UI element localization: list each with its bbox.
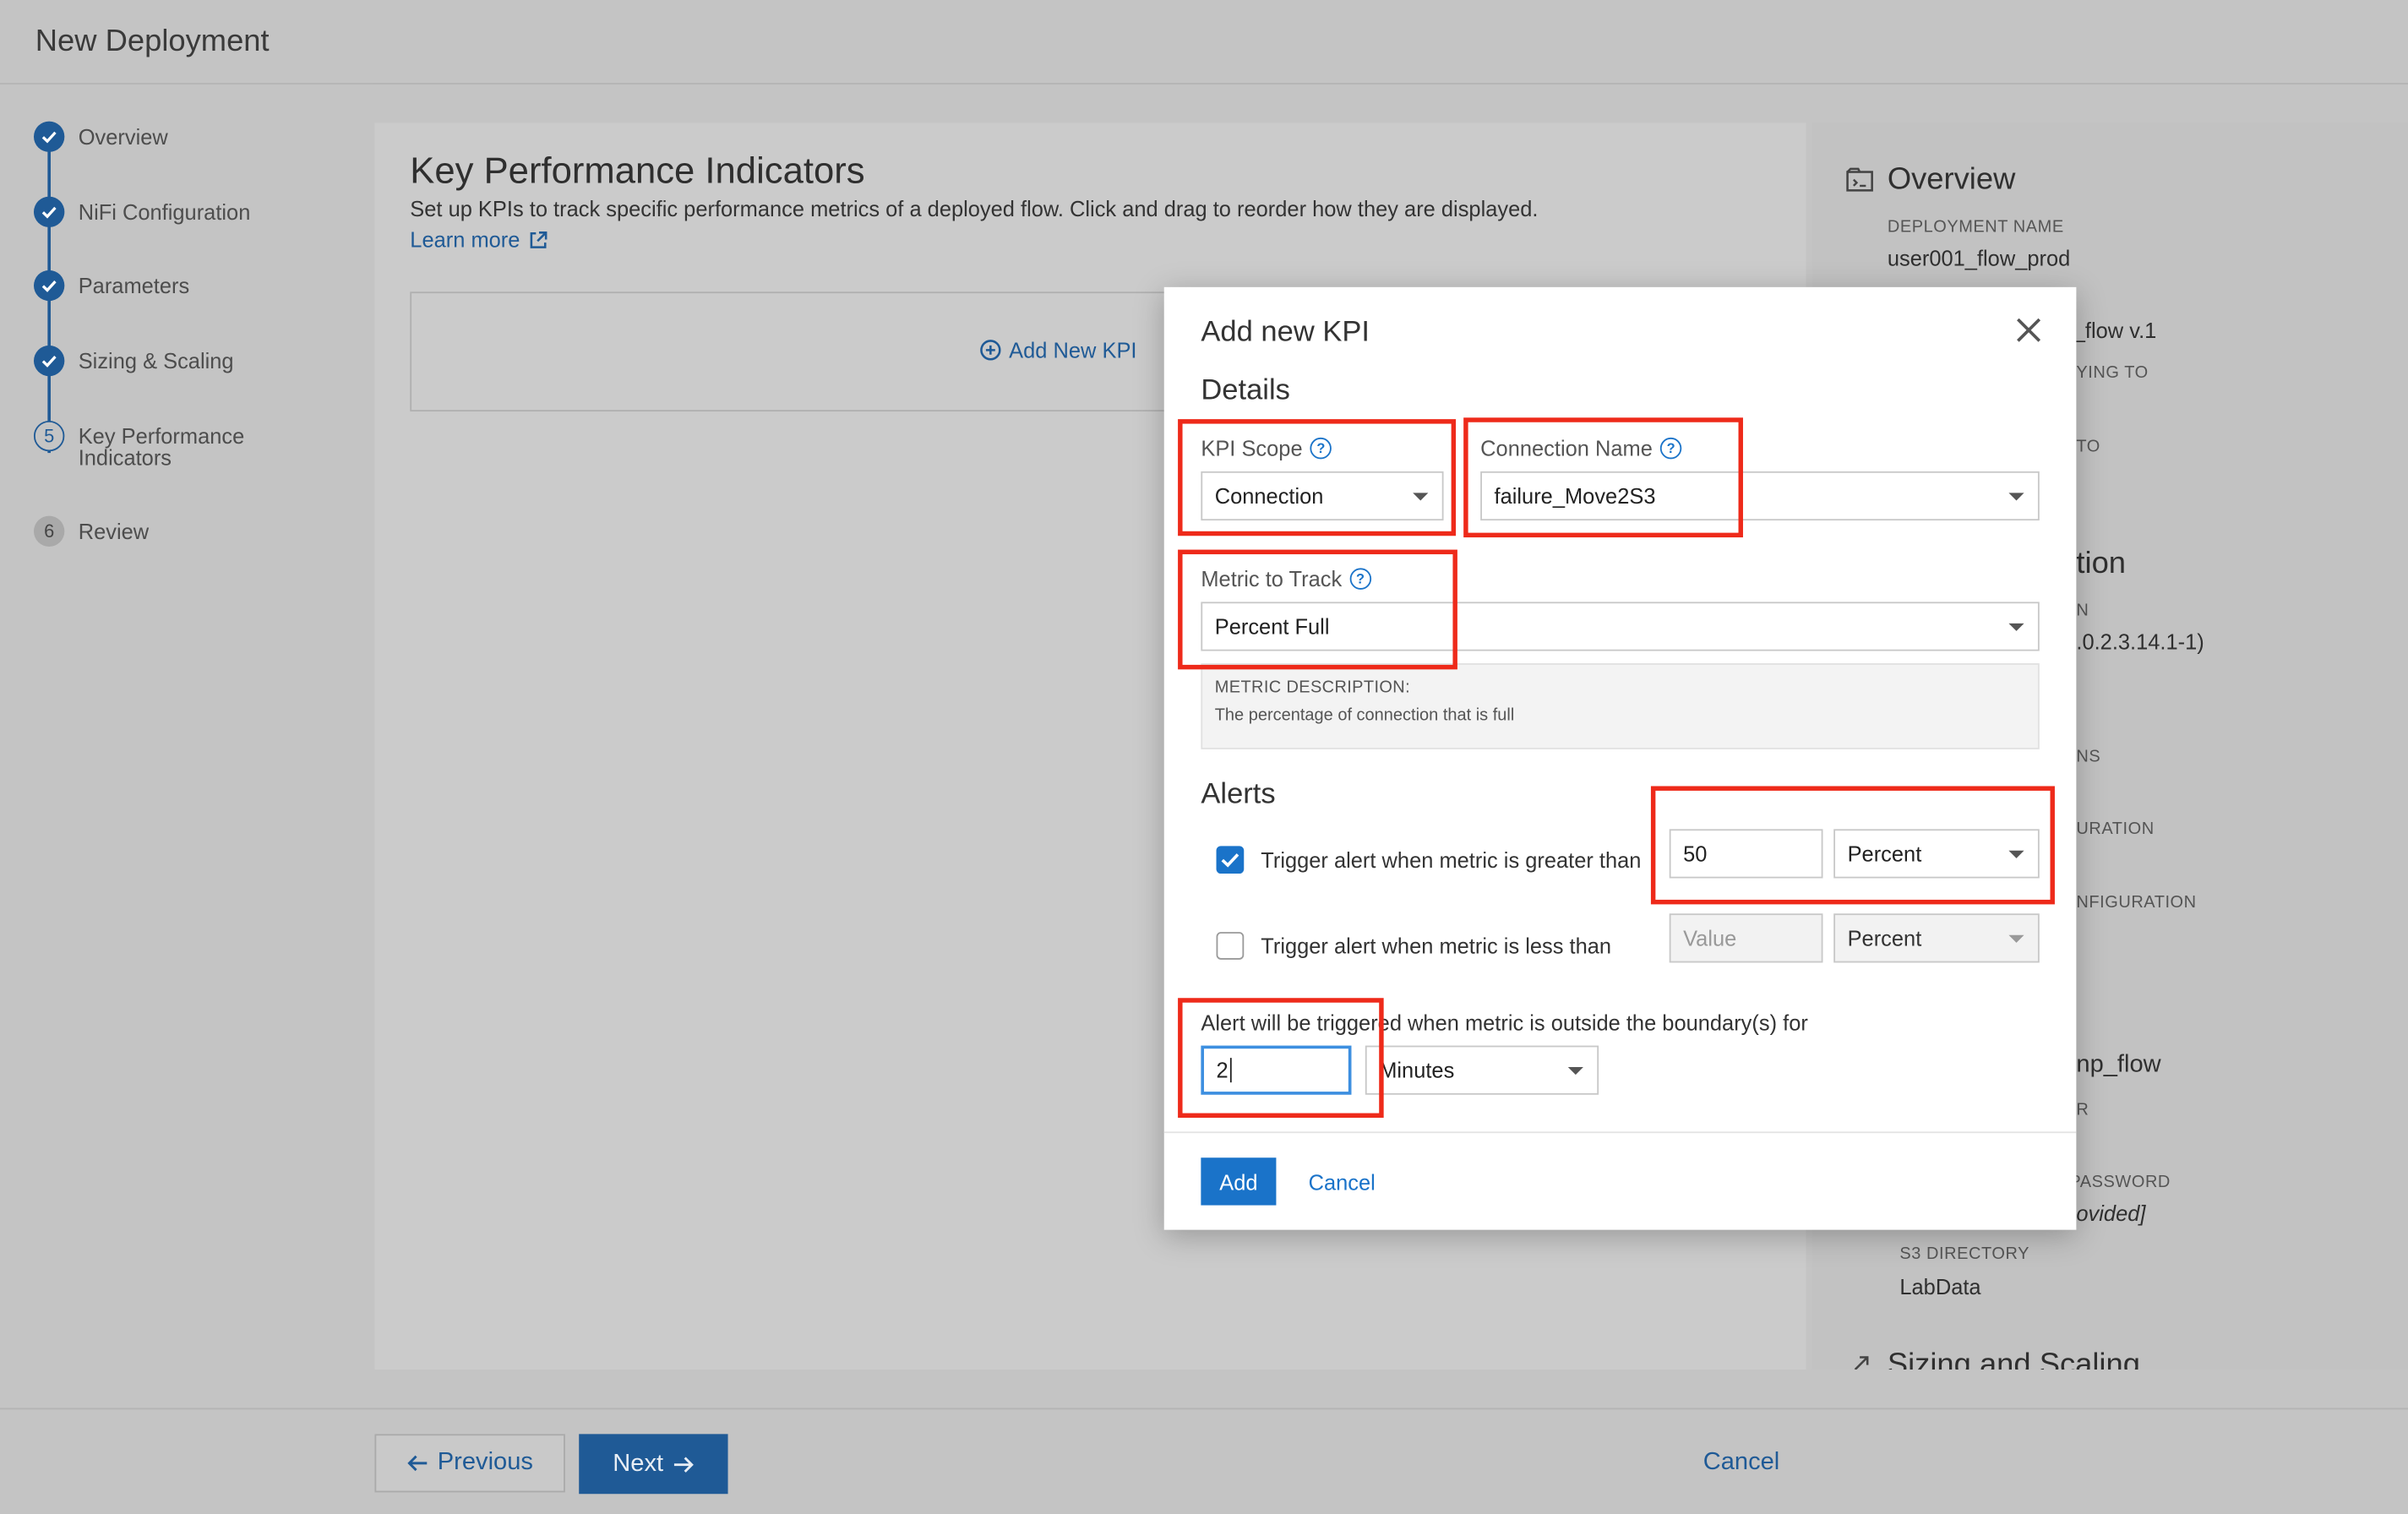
alerts-heading: Alerts	[1201, 778, 1276, 811]
step-label: NiFi Configuration	[78, 199, 251, 225]
arrow-right-icon	[673, 1456, 694, 1473]
highlight-kpi-scope	[1178, 419, 1457, 536]
highlight-greater-than	[1650, 786, 2055, 905]
step-sizing-scaling[interactable]: Sizing & Scaling	[33, 345, 234, 377]
deployment-name-label: DEPLOYMENT NAME	[1887, 218, 2064, 237]
check-icon	[33, 196, 65, 227]
check-icon	[1221, 853, 1239, 868]
password-value: ovided]	[2076, 1201, 2146, 1226]
next-label: Next	[613, 1450, 664, 1477]
step-label: Parameters	[78, 273, 190, 298]
details-heading: Details	[1201, 374, 1290, 407]
check-icon	[33, 345, 65, 377]
step-number: 5	[33, 420, 65, 452]
less-than-value-input[interactable]: Value	[1669, 913, 1823, 963]
overview-title: Overview	[1887, 162, 2016, 197]
close-icon[interactable]	[2013, 315, 2044, 346]
page-title: New Deployment	[35, 25, 270, 59]
add-new-kpi-button[interactable]: Add New KPI	[980, 338, 1137, 362]
check-icon	[33, 121, 65, 152]
wizard-footer: Previous Next Cancel	[0, 1408, 2408, 1514]
chevron-down-icon	[1567, 1067, 1583, 1076]
highlight-connection-name	[1463, 417, 1743, 538]
less-than-checkbox[interactable]	[1216, 932, 1245, 960]
step-parameters[interactable]: Parameters	[33, 270, 190, 302]
wizard-steps: Overview NiFi Configuration Parameters S…	[0, 84, 373, 1408]
target-label: TO	[2076, 437, 2100, 456]
section-description: Set up KPIs to track specific performanc…	[410, 196, 1539, 221]
flow-name-value: np_flow	[2076, 1051, 2161, 1078]
chevron-down-icon	[2008, 934, 2024, 943]
duration-unit-select[interactable]: Minutes	[1365, 1045, 1599, 1095]
highlight-metric-to-track	[1178, 549, 1457, 670]
previous-button[interactable]: Previous	[374, 1434, 565, 1493]
runtime-version-value: .0.2.3.14.1-1)	[2076, 629, 2204, 655]
s3-directory-value: LabData	[1899, 1274, 1981, 1299]
arrow-left-icon	[407, 1455, 428, 1472]
step-label: Review	[78, 519, 150, 544]
duration-unit-value: Minutes	[1379, 1058, 1455, 1083]
less-than-unit-select[interactable]: Percent	[1833, 913, 2040, 963]
less-than-unit-value: Percent	[1847, 925, 1922, 950]
add-new-kpi-label: Add New KPI	[1009, 337, 1137, 362]
highlight-duration	[1178, 998, 1384, 1118]
step-label-line: Indicators	[78, 445, 172, 471]
chevron-down-icon	[2008, 493, 2024, 501]
s3-directory-label: S3 DIRECTORY	[1899, 1244, 2029, 1264]
plus-circle-icon	[980, 340, 1001, 361]
step-label: Key Performance Indicators	[79, 421, 245, 468]
user-label: R	[2076, 1101, 2089, 1119]
section-heading: tion	[2076, 546, 2127, 580]
less-than-label: Trigger alert when metric is less than	[1261, 933, 1612, 958]
step-label: Sizing & Scaling	[78, 348, 234, 373]
parameters-label: NS	[2076, 748, 2101, 766]
dialog-title: Add new KPI	[1201, 316, 1370, 349]
sizing-icon	[1854, 1356, 1869, 1370]
step-overview[interactable]: Overview	[33, 121, 168, 152]
nifi-configuration-label: NFIGURATION	[2076, 893, 2197, 912]
next-button[interactable]: Next	[579, 1434, 728, 1495]
top-bar: New Deployment	[0, 0, 2408, 84]
deployment-name-value: user001_flow_prod	[1887, 245, 2071, 270]
greater-than-checkbox[interactable]	[1216, 846, 1245, 874]
dialog-divider	[1163, 1131, 2077, 1134]
learn-more-link[interactable]: Learn more	[410, 227, 548, 252]
sizing-scaling-heading: Sizing and Scaling	[1887, 1348, 2140, 1370]
metric-description: METRIC DESCRIPTION: The percentage of co…	[1201, 663, 2040, 749]
runtime-label: N	[2076, 602, 2089, 621]
chevron-down-icon	[2008, 623, 2024, 631]
overview-icon	[1846, 167, 1873, 192]
step-label-line: Key Performance	[78, 423, 245, 449]
check-icon	[33, 270, 65, 302]
previous-label: Previous	[437, 1449, 533, 1476]
step-review[interactable]: 6 Review	[33, 515, 150, 547]
section-title: Key Performance Indicators	[410, 150, 865, 193]
step-label: Overview	[78, 124, 168, 150]
learn-more-label: Learn more	[410, 226, 520, 253]
deploying-to-label: YING TO	[2076, 363, 2149, 383]
configuration-label: URATION	[2076, 820, 2155, 839]
wizard-cancel-link[interactable]: Cancel	[1703, 1450, 1780, 1478]
add-button[interactable]: Add	[1201, 1157, 1277, 1206]
flow-version-value: _flow v.1	[2073, 318, 2157, 343]
dialog-cancel-button[interactable]: Cancel	[1309, 1170, 1376, 1195]
external-link-icon	[529, 231, 547, 248]
step-key-performance-indicators[interactable]: 5 Key Performance Indicators	[33, 420, 245, 468]
metric-description-heading: METRIC DESCRIPTION:	[1214, 678, 1411, 698]
metric-description-text: The percentage of connection that is ful…	[1214, 705, 1515, 725]
greater-than-label: Trigger alert when metric is greater tha…	[1261, 847, 1642, 873]
step-nifi-configuration[interactable]: NiFi Configuration	[33, 196, 251, 227]
step-number: 6	[33, 515, 65, 547]
